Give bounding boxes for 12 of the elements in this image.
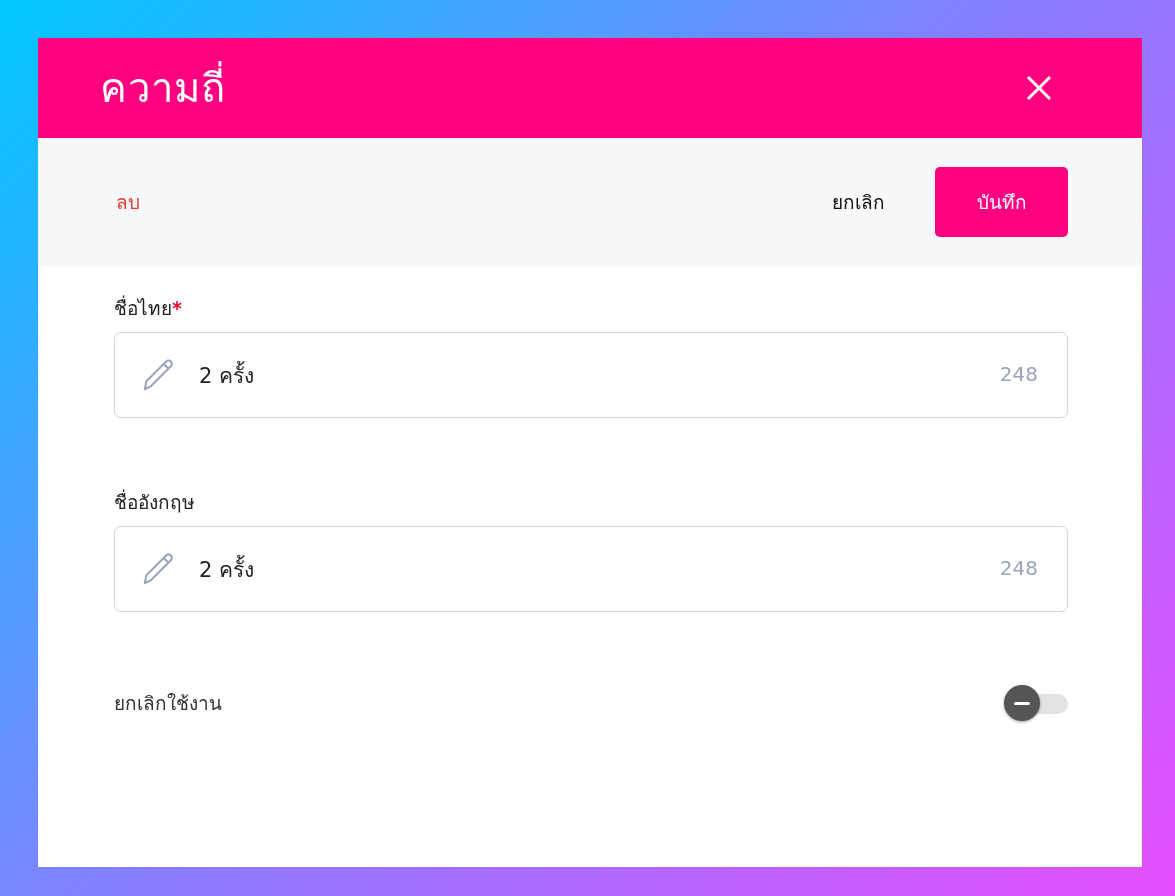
toggle-label: ยกเลิกใช้งาน — [114, 691, 222, 716]
character-counter: 248 — [999, 556, 1038, 580]
delete-link[interactable]: ลบ — [116, 187, 832, 217]
character-counter: 248 — [999, 362, 1038, 386]
dialog-title: ความถี่ — [100, 56, 226, 120]
cancel-button[interactable]: ยกเลิก — [832, 187, 885, 217]
save-button[interactable]: บันทึก — [935, 167, 1068, 237]
field-label: ชื่อไทย — [114, 294, 172, 321]
close-icon[interactable] — [1026, 75, 1052, 101]
field-label: ชื่ออังกฤษ — [114, 488, 195, 515]
toggle-switch[interactable] — [1004, 685, 1068, 721]
required-mark: * — [172, 297, 182, 321]
